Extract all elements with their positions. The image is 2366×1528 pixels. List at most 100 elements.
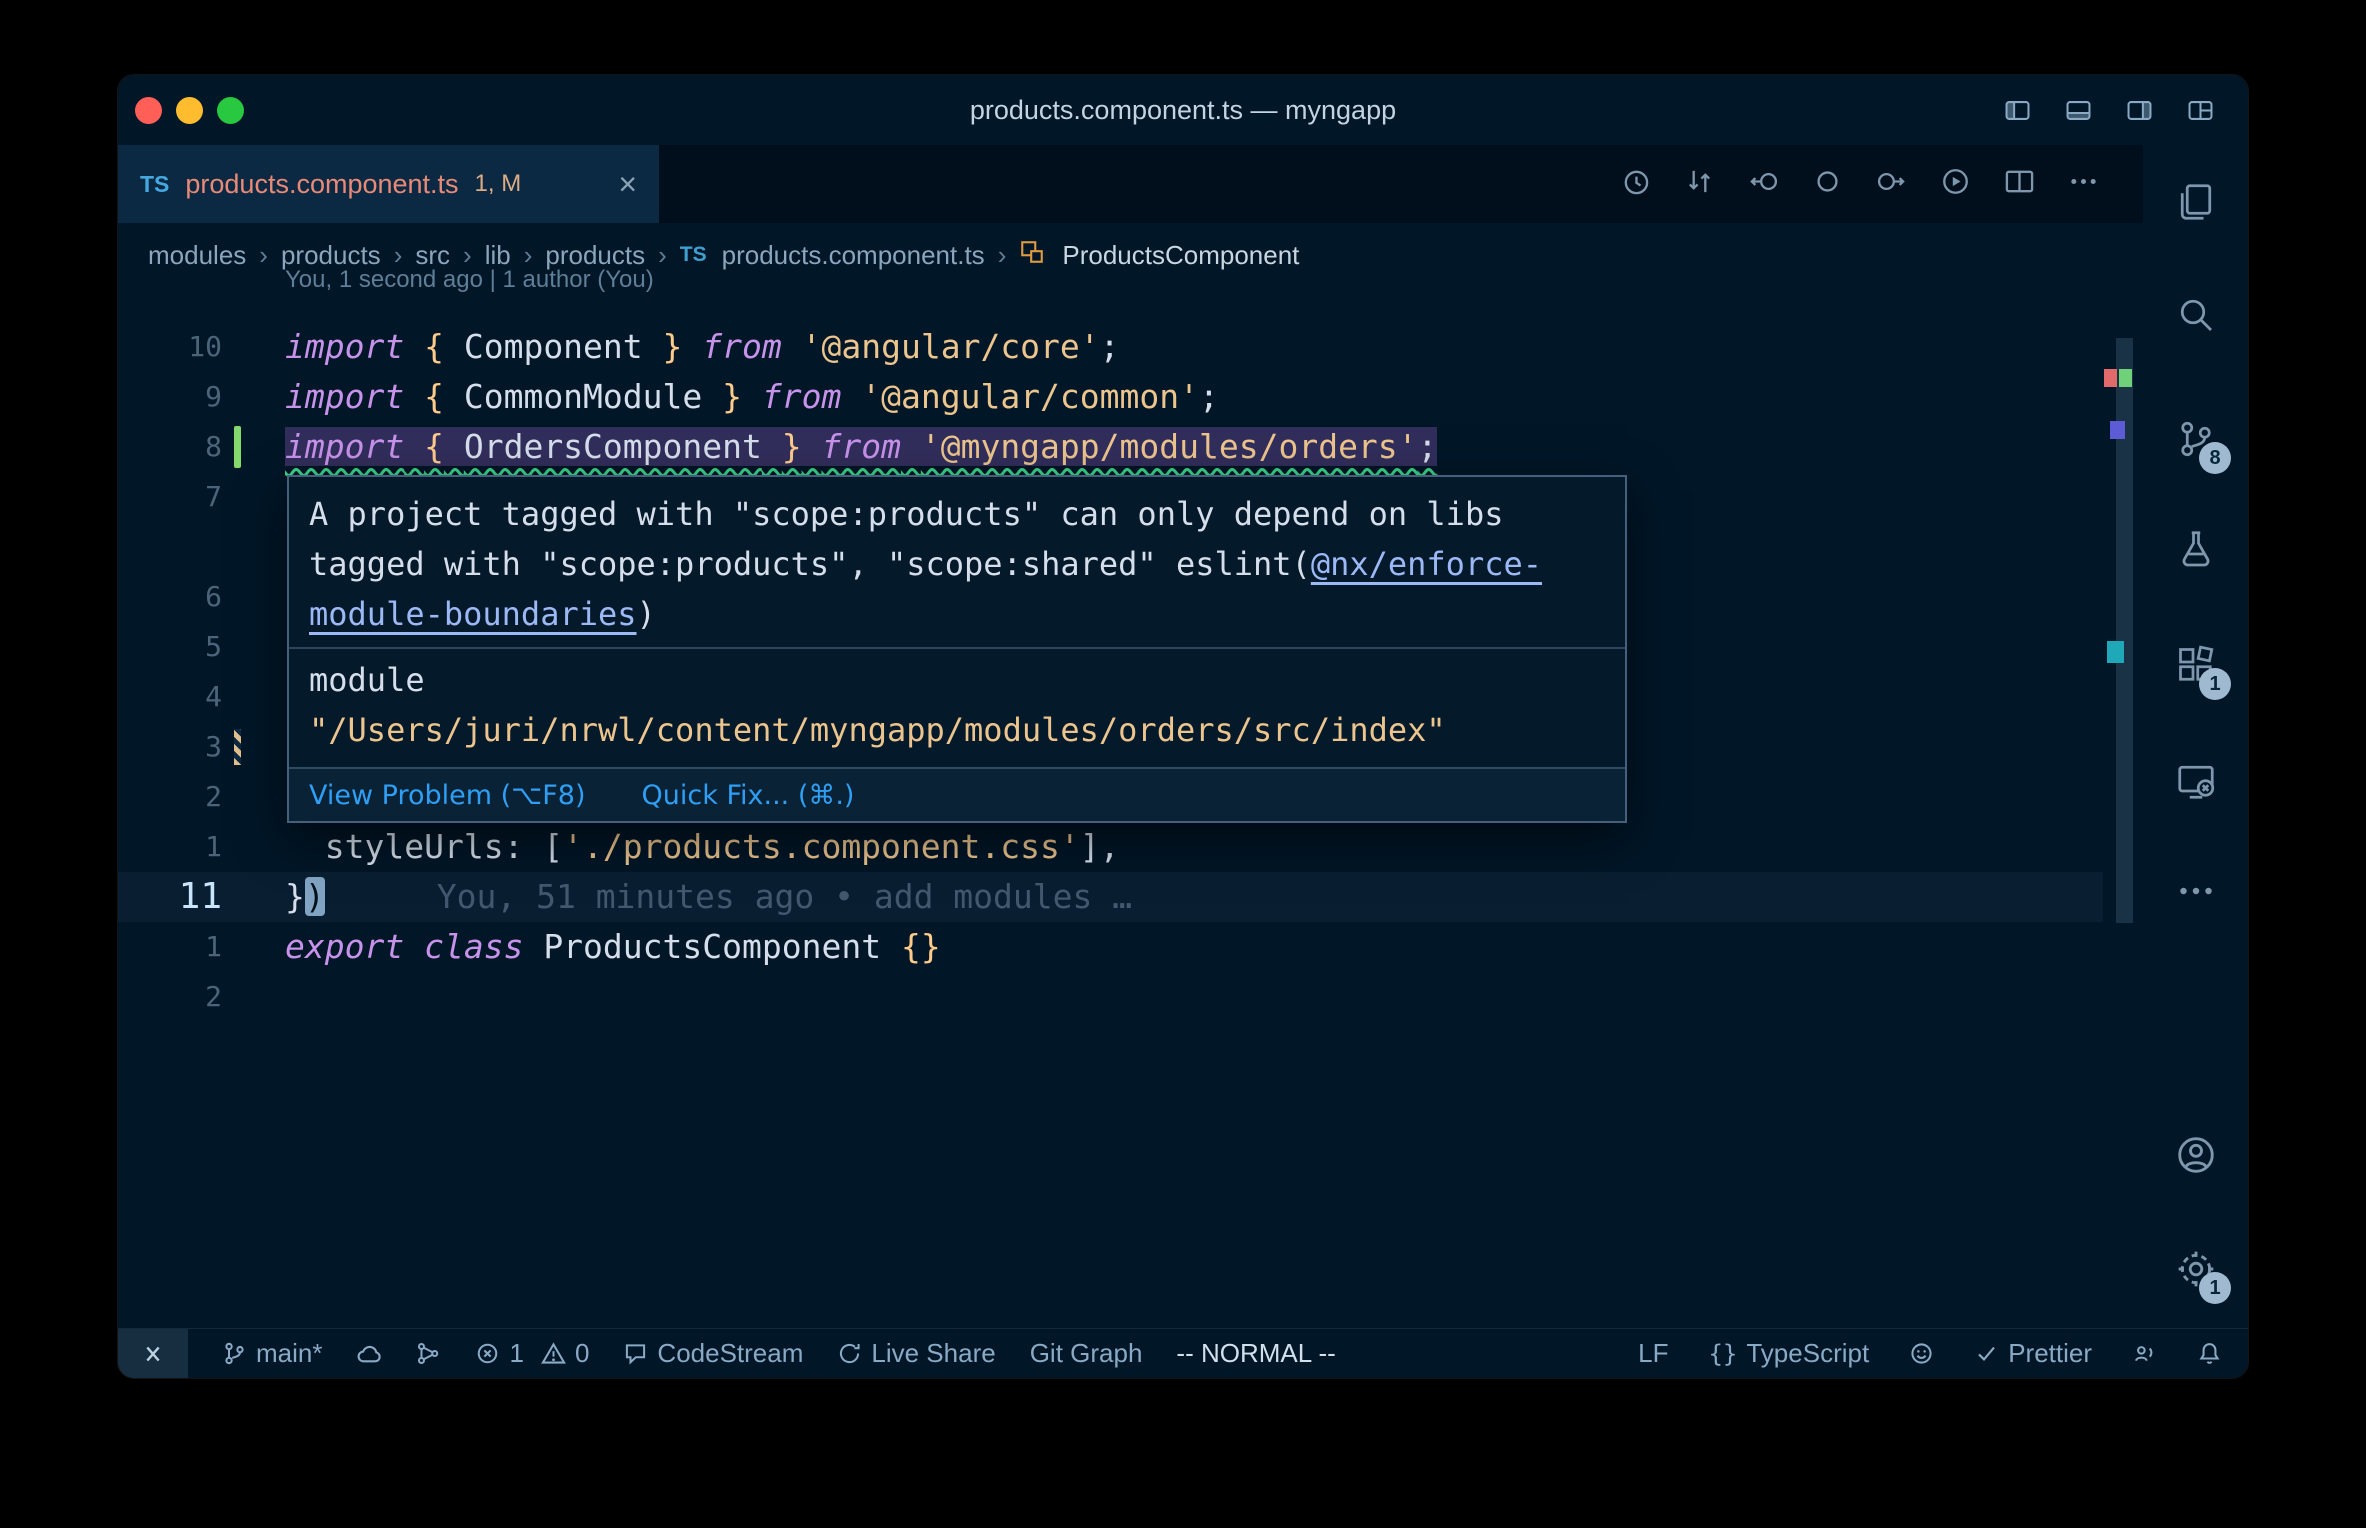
code-token: } — [662, 327, 683, 366]
toggle-panel-icon[interactable] — [2065, 97, 2092, 124]
editor-layout-icon[interactable] — [2187, 97, 2214, 124]
problem-message: A project tagged with "scope:products" c… — [289, 477, 1625, 647]
code-line[interactable]: 1 export class ProductsComponent {} — [118, 922, 2103, 972]
code-token: ], — [1079, 827, 1120, 866]
toggle-secondary-sidebar-icon[interactable] — [2126, 97, 2153, 124]
test-beaker-icon[interactable] — [2143, 526, 2248, 572]
language-indicator[interactable]: {} TypeScript — [1708, 1338, 1869, 1369]
run-icon[interactable] — [1940, 166, 1971, 202]
quick-fix-button[interactable]: Quick Fix... (⌘.) — [642, 780, 855, 811]
code-line[interactable]: 2 — [118, 972, 2103, 1022]
annotations-icon[interactable] — [1812, 166, 1843, 202]
problem-popup-actions: View Problem (⌥F8) Quick Fix... (⌘.) — [289, 767, 1625, 821]
problem-hover-popup: A project tagged with "scope:products" c… — [287, 475, 1627, 823]
breadcrumb-item-symbol[interactable]: ProductsComponent — [1062, 240, 1299, 271]
toggle-sidebar-icon[interactable] — [2004, 97, 2031, 124]
settings-gear-icon[interactable] — [2143, 1246, 2248, 1292]
publish-cloud-icon[interactable] — [356, 1341, 382, 1367]
code-token: {} — [900, 927, 941, 966]
code-token: } — [722, 377, 743, 416]
eol-indicator[interactable]: LF — [1638, 1338, 1668, 1369]
live-share-button[interactable]: Live Share — [837, 1338, 996, 1369]
feedback-smiley-icon[interactable] — [1909, 1341, 1934, 1366]
line-number: 3 — [205, 730, 222, 763]
tab-products-component[interactable]: TS products.component.ts 1, M × — [118, 145, 659, 223]
code-line-content: }) You, 51 minutes ago • add modules … — [285, 872, 1132, 922]
code-token: './products.component.css' — [563, 827, 1080, 866]
language-label: TypeScript — [1746, 1338, 1870, 1368]
error-count: 1 — [509, 1338, 524, 1368]
vim-block-cursor: ) — [304, 877, 325, 916]
code-token: : [ — [503, 827, 564, 866]
code-token: class — [424, 927, 524, 966]
code-token: ProductsComponent — [543, 927, 882, 966]
git-graph-button[interactable]: Git Graph — [1030, 1338, 1143, 1369]
prettier-label: Prettier — [2008, 1338, 2092, 1368]
extensions-badge: 1 — [2199, 668, 2231, 700]
editor: modules › products › src › lib › product… — [118, 223, 2143, 1328]
previous-change-icon[interactable] — [1748, 166, 1779, 202]
gitlens-codelens-annotation[interactable]: You, 1 second ago | 1 author (You) — [285, 263, 654, 297]
next-change-icon[interactable] — [1876, 166, 1907, 202]
breadcrumb-item-file[interactable]: products.component.ts — [722, 240, 985, 271]
problems-indicator[interactable]: 1 0 — [475, 1338, 589, 1369]
code-line-content: import { CommonModule } from '@angular/c… — [285, 372, 1219, 422]
git-graph-label: Git Graph — [1029, 1338, 1143, 1368]
notifications-bell-icon[interactable] — [2197, 1341, 2222, 1366]
source-control-icon[interactable] — [2143, 416, 2248, 462]
code-token: import — [285, 377, 405, 416]
ruler-deleted-mark — [2104, 369, 2117, 387]
code-token: '@angular/common' — [861, 377, 1200, 416]
code-token: CommonModule — [463, 377, 703, 416]
presence-icon[interactable] — [2132, 1341, 2157, 1366]
prettier-indicator[interactable]: Prettier — [1974, 1338, 2092, 1369]
code-token: '@angular/core' — [801, 327, 1100, 366]
search-icon[interactable] — [2143, 292, 2248, 338]
files-icon[interactable] — [2143, 179, 2248, 225]
code-token: OrdersComponent — [463, 427, 762, 466]
breadcrumb-item-modules[interactable]: modules — [148, 240, 246, 271]
more-views-icon[interactable] — [2143, 868, 2248, 914]
code-line[interactable]: 1 styleUrls: ['./products.component.css'… — [118, 822, 2103, 872]
module-label: module — [309, 661, 425, 699]
line-number: 1 — [205, 830, 222, 863]
vim-mode-indicator[interactable]: -- NORMAL -- — [1176, 1338, 1335, 1369]
eslint-rule-link[interactable]: module-boundaries — [309, 595, 637, 633]
code-token: { — [424, 377, 444, 416]
eslint-rule-link[interactable]: @nx/enforce- — [1311, 545, 1542, 583]
typescript-file-icon: TS — [679, 243, 707, 266]
code-line[interactable]: 10 import { Component } from '@angular/co… — [118, 322, 2103, 372]
remote-indicator[interactable] — [118, 1329, 188, 1378]
compare-changes-icon[interactable] — [1684, 166, 1715, 202]
graph-icon[interactable] — [416, 1341, 441, 1366]
line-number: 8 — [205, 430, 222, 463]
code-token: import — [285, 427, 405, 466]
remote-explorer-icon[interactable] — [2143, 758, 2248, 804]
gutter-modified-marker — [234, 729, 241, 765]
line-number: 2 — [205, 780, 222, 813]
branch-indicator[interactable]: main* — [222, 1338, 322, 1369]
more-actions-icon[interactable] — [2068, 166, 2099, 202]
code-line[interactable]: 11}) You, 51 minutes ago • add modules … — [118, 872, 2103, 922]
code-line[interactable]: 9 import { CommonModule } from '@angular/… — [118, 372, 2103, 422]
extensions-icon[interactable] — [2143, 642, 2248, 688]
code-line[interactable]: 8 import { OrdersComponent } from '@mynga… — [118, 422, 2103, 472]
tab-problems-git-decoration: 1, M — [474, 170, 522, 197]
view-problem-button[interactable]: View Problem (⌥F8) — [309, 780, 586, 811]
tab-close-icon[interactable]: × — [618, 168, 637, 200]
account-icon[interactable] — [2143, 1132, 2248, 1178]
split-editor-icon[interactable] — [2004, 166, 2035, 202]
codestream-button[interactable]: CodeStream — [623, 1338, 803, 1369]
ruler-info-mark — [2110, 421, 2125, 439]
title-bar: products.component.ts — myngapp — [118, 75, 2248, 145]
timeline-icon[interactable] — [1620, 166, 1651, 202]
code-token: } — [781, 427, 802, 466]
